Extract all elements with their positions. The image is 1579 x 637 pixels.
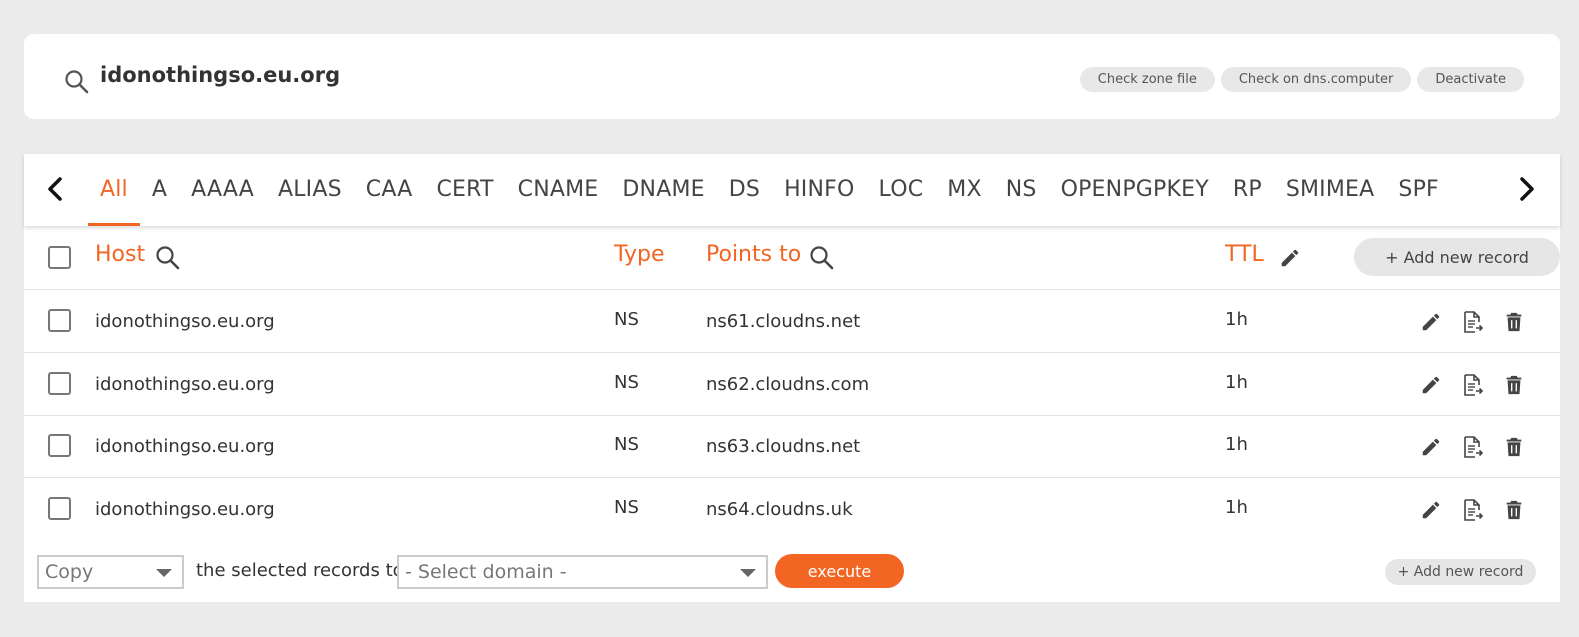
bulk-action-value: Copy	[45, 561, 94, 583]
tab-alias[interactable]: ALIAS	[266, 154, 354, 226]
trash-icon[interactable]	[1503, 436, 1527, 460]
chevron-down-icon	[156, 569, 172, 577]
deactivate-button[interactable]: Deactivate	[1417, 67, 1524, 92]
tab-list: All A AAAA ALIAS CAA CERT CNAME DNAME DS HINFO LOC…	[88, 154, 1451, 226]
type-cell: NS	[614, 309, 639, 330]
pencil-icon[interactable]	[1279, 247, 1301, 269]
type-cell: NS	[614, 496, 639, 518]
tab-a[interactable]: A	[140, 154, 179, 226]
host-cell: idonothingso.eu.org	[95, 498, 275, 520]
bulk-action-bar: Copy the selected records to - Select do…	[24, 540, 1560, 602]
tab-ns[interactable]: NS	[994, 154, 1049, 226]
tab-rp[interactable]: RP	[1221, 154, 1274, 226]
table-header-row: Host Type Points to TTL + Add new record	[24, 226, 1560, 290]
tab-all[interactable]: All	[88, 154, 140, 226]
tab-spf[interactable]: SPF	[1386, 154, 1451, 226]
points-to-cell: ns61.cloudns.net	[706, 311, 861, 332]
target-domain-value: - Select domain -	[405, 561, 567, 583]
add-new-record-button-bottom[interactable]: + Add new record	[1385, 559, 1536, 585]
row-checkbox[interactable]	[48, 309, 71, 332]
check-dns-computer-button[interactable]: Check on dns.computer	[1220, 67, 1412, 92]
ttl-cell: 1h	[1225, 309, 1248, 330]
host-cell: idonothingso.eu.org	[95, 436, 275, 457]
pencil-icon[interactable]	[1420, 436, 1444, 460]
trash-icon[interactable]	[1503, 499, 1527, 523]
trash-icon[interactable]	[1503, 374, 1527, 398]
domain-actions: Check zone file Check on dns.computer De…	[1079, 67, 1524, 92]
chevron-left-icon[interactable]	[40, 174, 70, 204]
chevron-right-icon[interactable]	[1512, 174, 1542, 204]
document-export-icon[interactable]	[1460, 310, 1484, 334]
row-checkbox[interactable]	[48, 496, 71, 520]
tab-cname[interactable]: CNAME	[506, 154, 611, 226]
target-domain-select[interactable]: - Select domain -	[397, 555, 768, 589]
tab-ds[interactable]: DS	[717, 154, 772, 226]
tab-aaaa[interactable]: AAAA	[179, 154, 266, 226]
chevron-down-icon	[740, 569, 756, 577]
type-cell: NS	[614, 371, 639, 393]
ttl-cell: 1h	[1225, 371, 1248, 393]
points-to-cell: ns62.cloudns.com	[706, 373, 870, 395]
tab-hinfo[interactable]: HINFO	[772, 154, 866, 226]
pencil-icon[interactable]	[1420, 499, 1444, 523]
tab-dname[interactable]: DNAME	[610, 154, 716, 226]
select-all-checkbox[interactable]	[48, 246, 71, 269]
host-cell: idonothingso.eu.org	[95, 311, 275, 332]
pencil-icon[interactable]	[1420, 311, 1444, 335]
points-to-cell: ns63.cloudns.net	[706, 436, 861, 457]
tab-openpgpkey[interactable]: OPENPGPKEY	[1049, 154, 1221, 226]
table-row: idonothingso.eu.org NS ns61.cloudns.net 1h	[24, 290, 1560, 353]
ttl-cell: 1h	[1225, 434, 1248, 455]
ttl-cell: 1h	[1225, 496, 1248, 518]
table-row: idonothingso.eu.org NS ns63.cloudns.net 1h	[24, 415, 1560, 478]
domain-header-card: idonothingso.eu.org Check zone file Chec…	[24, 34, 1560, 119]
type-cell: NS	[614, 434, 639, 455]
search-icon[interactable]	[64, 69, 90, 95]
tab-smimea[interactable]: SMIMEA	[1274, 154, 1387, 226]
type-column-header[interactable]: Type	[614, 242, 665, 267]
points-to-column-header[interactable]: Points to	[706, 242, 801, 267]
search-icon[interactable]	[809, 245, 835, 271]
execute-button[interactable]: execute	[775, 554, 904, 588]
host-cell: idonothingso.eu.org	[95, 373, 275, 395]
search-icon[interactable]	[155, 245, 181, 271]
row-checkbox[interactable]	[48, 371, 71, 395]
trash-icon[interactable]	[1503, 311, 1527, 335]
host-column-header[interactable]: Host	[95, 242, 145, 267]
document-export-icon[interactable]	[1460, 435, 1484, 459]
tab-caa[interactable]: CAA	[354, 154, 425, 226]
document-export-icon[interactable]	[1460, 373, 1484, 397]
points-to-cell: ns64.cloudns.uk	[706, 498, 853, 520]
check-zone-file-button[interactable]: Check zone file	[1079, 67, 1215, 92]
records-table: Host Type Points to TTL + Add new record…	[24, 226, 1560, 540]
add-new-record-button[interactable]: + Add new record	[1354, 238, 1560, 276]
document-export-icon[interactable]	[1460, 498, 1484, 522]
record-type-tabs: All A AAAA ALIAS CAA CERT CNAME DNAME DS HINFO LOC…	[24, 154, 1560, 226]
domain-title: idonothingso.eu.org	[100, 63, 341, 87]
row-checkbox[interactable]	[48, 434, 71, 457]
selected-records-label: the selected records to	[196, 560, 404, 581]
bulk-action-select[interactable]: Copy	[37, 555, 184, 589]
tab-loc[interactable]: LOC	[867, 154, 936, 226]
tab-cert[interactable]: CERT	[424, 154, 505, 226]
table-row: idonothingso.eu.org NS ns64.cloudns.uk 1h	[24, 478, 1560, 541]
pencil-icon[interactable]	[1420, 374, 1444, 398]
tab-mx[interactable]: MX	[935, 154, 993, 226]
ttl-column-header[interactable]: TTL	[1225, 242, 1264, 267]
table-row: idonothingso.eu.org NS ns62.cloudns.com 1h	[24, 353, 1560, 416]
